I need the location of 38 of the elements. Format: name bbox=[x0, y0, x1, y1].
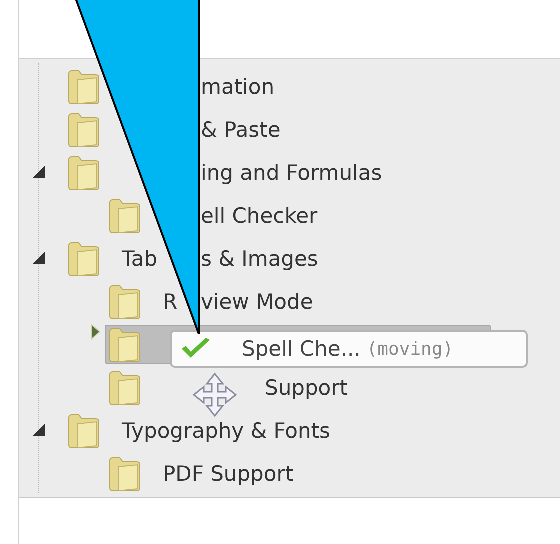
drag-item-label: Spell Che... bbox=[242, 337, 361, 361]
tree-row[interactable]: Support bbox=[19, 366, 560, 409]
move-cursor-icon bbox=[192, 372, 238, 418]
tree-item-label: Support bbox=[265, 376, 348, 400]
folder-icon bbox=[66, 154, 102, 192]
folder-icon bbox=[107, 196, 143, 234]
tree-item-label: PDF Support bbox=[163, 462, 294, 486]
tree-item-label: mation bbox=[201, 74, 275, 98]
tree-row[interactable]: R view Mode bbox=[19, 280, 560, 323]
tree-row[interactable]: ing and Formulas bbox=[19, 151, 560, 194]
folder-icon bbox=[107, 326, 143, 364]
tree-row[interactable]: ell Checker bbox=[19, 194, 560, 237]
tree-row[interactable]: PDF Support bbox=[19, 452, 560, 495]
tree-row[interactable]: Typography & Fonts bbox=[19, 409, 560, 452]
drop-indicator-icon bbox=[90, 323, 102, 341]
tree-item-label: R bbox=[163, 290, 178, 314]
tree-item-label: Typography & Fonts bbox=[122, 418, 330, 442]
tree-row[interactable]: mation bbox=[19, 65, 560, 108]
folder-icon bbox=[66, 240, 102, 278]
expand-toggle-icon[interactable] bbox=[33, 166, 45, 178]
folder-icon bbox=[66, 110, 102, 148]
expand-toggle-icon[interactable] bbox=[33, 252, 45, 264]
tree-item-label: ing and Formulas bbox=[201, 160, 382, 184]
expand-toggle-icon[interactable] bbox=[33, 424, 45, 436]
folder-icon bbox=[107, 368, 143, 406]
folder-icon bbox=[107, 454, 143, 492]
folder-icon bbox=[66, 412, 102, 450]
folder-icon bbox=[107, 282, 143, 320]
folder-icon bbox=[66, 68, 102, 106]
checkmark-icon bbox=[180, 337, 212, 361]
tree-item-label: view Mode bbox=[201, 290, 314, 314]
tree-item-label: ell Checker bbox=[201, 204, 318, 228]
drag-status: (moving) bbox=[366, 338, 454, 360]
tree-row[interactable]: & Paste bbox=[19, 108, 560, 151]
tree-item-label: s & Images bbox=[201, 246, 318, 270]
tree-item-label: & Paste bbox=[201, 118, 281, 142]
tree-row[interactable]: Tab s & Images bbox=[19, 237, 560, 280]
tree-item-label: Tab bbox=[122, 246, 158, 270]
